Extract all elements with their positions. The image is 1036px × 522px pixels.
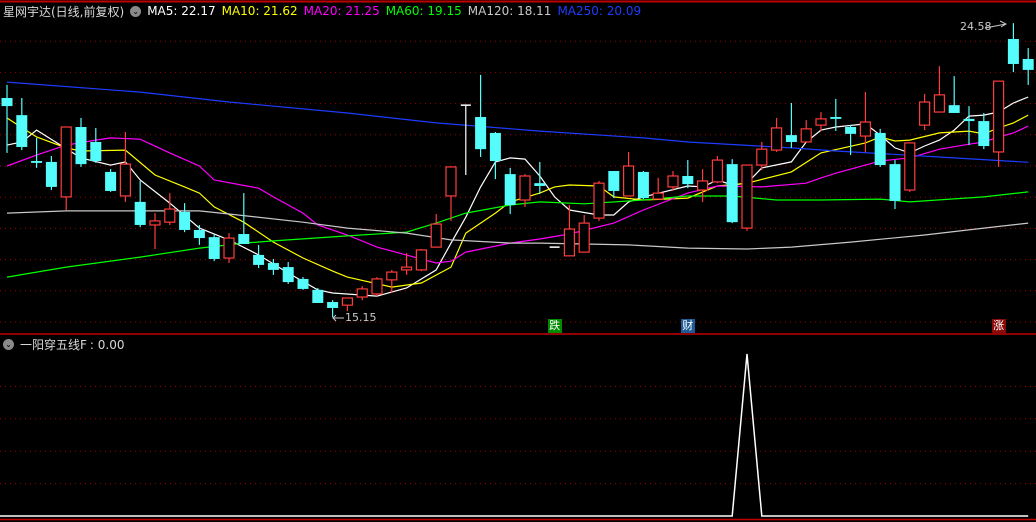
candle-body-up — [711, 159, 724, 183]
candle-body-down — [489, 132, 501, 162]
candle-body-up — [415, 249, 427, 271]
stock-title[interactable]: 星网宇达(日线,前复权) — [3, 3, 124, 20]
candle-body-down — [504, 174, 516, 205]
candle-body-down — [830, 117, 842, 119]
candle-body-up — [401, 266, 413, 271]
candle-body-up — [356, 288, 368, 298]
candle-body-down — [1, 97, 13, 107]
low-arrow-icon — [332, 314, 344, 322]
indicator-line — [0, 353, 1029, 517]
high-price-value: 24.58 — [960, 20, 992, 33]
ma60-label: MA60: 19.15 — [385, 4, 462, 18]
candle-body-down — [134, 201, 146, 225]
marker-die[interactable]: 跌 — [547, 319, 562, 333]
candle-body-up — [696, 180, 709, 191]
marker-cai[interactable]: 财 — [680, 319, 695, 333]
ma-line-ma60 — [6, 191, 1029, 278]
candle-body-down — [297, 278, 309, 289]
candle-body-up — [652, 192, 664, 200]
candle-body-up — [223, 237, 235, 259]
candle-body-down — [105, 171, 117, 191]
candle-body-down — [1022, 58, 1034, 70]
candle-body-down — [726, 164, 738, 223]
candle-body-down — [267, 263, 279, 270]
candle-body-up — [149, 220, 161, 226]
candle-body-up — [593, 182, 605, 219]
candle-body-down — [90, 141, 102, 162]
candle-body-up — [164, 208, 176, 223]
candle-body-up — [756, 148, 768, 166]
ma20-label: MA20: 21.25 — [303, 4, 380, 18]
candle-body-up — [445, 166, 457, 197]
candle-body-down — [682, 175, 694, 185]
candle-body-down — [785, 135, 797, 142]
candle-body-down — [1007, 39, 1019, 64]
candle-body-down — [282, 267, 294, 283]
candle-body-down — [475, 117, 487, 150]
indicator-header: ⌄ 一阳穿五线F : 0.00 — [3, 336, 124, 353]
candle-body-down — [75, 127, 87, 165]
candle-body-up — [800, 128, 812, 143]
candle-body-up — [430, 223, 442, 248]
candle-body-up — [519, 175, 531, 201]
candle-body-up — [859, 121, 872, 137]
candle-body-up — [622, 165, 635, 197]
candle-body-down — [608, 170, 620, 191]
low-price-value: 15.15 — [345, 311, 377, 324]
candle-body-down — [637, 171, 649, 199]
candle-body-down — [845, 127, 857, 134]
ma-line-ma120 — [6, 210, 1029, 250]
candle-body-up — [119, 163, 132, 197]
candle-body-up — [667, 175, 679, 188]
candle-body-down — [534, 183, 546, 186]
candle-body-down — [253, 254, 265, 265]
candle-body-up — [741, 164, 753, 229]
ma10-label: MA10: 21.62 — [221, 4, 298, 18]
indicator-title[interactable]: 一阳穿五线F — [20, 336, 87, 353]
candle-body-down — [963, 118, 975, 122]
candle-body-down — [45, 161, 57, 187]
low-price-label: 15.15 — [345, 311, 377, 324]
indicator-value: : 0.00 — [89, 337, 125, 352]
candle-body-down — [327, 302, 339, 308]
ma5-label: MA5: 22.17 — [147, 4, 216, 18]
candle-body-up — [386, 271, 398, 281]
candle-body-up — [918, 101, 931, 126]
candle-body-down — [978, 121, 990, 147]
candle-body-up — [60, 126, 72, 198]
chevron-down-icon[interactable]: ⌄ — [3, 339, 14, 350]
candle-body-down — [238, 234, 250, 244]
candle-body-down — [208, 237, 220, 259]
candle-body-up — [770, 127, 783, 151]
candle-body-up — [992, 80, 1005, 153]
ma-line-ma5 — [6, 96, 1029, 297]
candle-body-down — [31, 161, 43, 163]
chevron-down-icon[interactable]: ⌄ — [130, 5, 142, 17]
candle-body-up — [815, 118, 827, 126]
candle-body-up — [341, 297, 353, 306]
candle-body-down — [193, 229, 205, 239]
candle-body-down — [889, 164, 901, 201]
candle-body-down — [312, 289, 324, 303]
candle-body-down — [16, 115, 28, 147]
ma120-label: MA120: 18.11 — [467, 4, 552, 18]
candle-body-down — [179, 211, 191, 230]
candle-body-up — [904, 142, 916, 191]
marker-zhang[interactable]: 涨 — [991, 319, 1006, 333]
kline-chart[interactable] — [0, 0, 1036, 522]
chart-header: 星网宇达(日线,前复权) ⌄ MA5: 22.17 MA10: 21.62 MA… — [3, 2, 647, 20]
candle-body-up — [578, 222, 590, 253]
candle-body-up — [933, 94, 946, 113]
candle-body-up — [371, 278, 383, 295]
candle-body-down — [948, 105, 960, 113]
candle-body-up — [563, 228, 576, 257]
candle-body-down — [874, 132, 886, 166]
ma250-label: MA250: 20.09 — [557, 4, 642, 18]
high-price-label: 24.58 — [960, 20, 992, 33]
